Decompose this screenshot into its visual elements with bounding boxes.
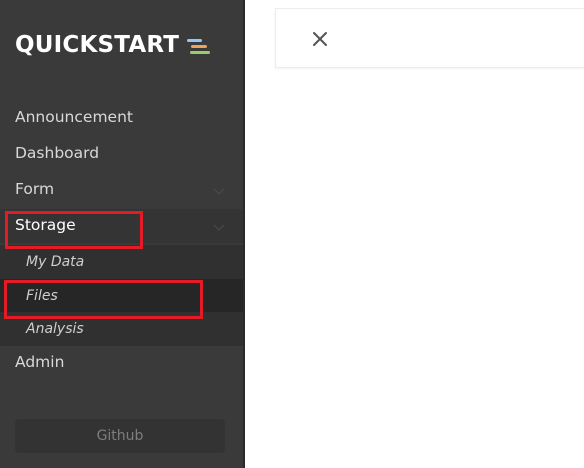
top-toolbar <box>275 8 584 68</box>
sidebar-item-label: Form <box>15 180 55 199</box>
close-icon <box>313 32 327 46</box>
sidebar-subitem-label: My Data <box>26 254 85 270</box>
highlight-files <box>4 280 203 319</box>
github-button[interactable]: Github <box>15 419 225 453</box>
sidebar-item-label: Dashboard <box>15 144 100 163</box>
main-panel <box>245 0 584 468</box>
app-window: QUICKSTART Announcement Dashboard Form S… <box>0 0 584 468</box>
chevron-down-icon <box>213 183 225 195</box>
sidebar-item-label: Admin <box>15 353 65 372</box>
sidebar-subitem-label: Analysis <box>26 321 84 337</box>
brand[interactable]: QUICKSTART <box>15 29 212 61</box>
sidebar-item-label: Announcement <box>15 108 133 127</box>
close-button[interactable] <box>310 29 330 49</box>
chevron-down-icon <box>213 219 225 231</box>
sidebar-subitem-my-data[interactable]: My Data <box>0 245 243 279</box>
sidebar-item-form[interactable]: Form <box>0 173 243 207</box>
sidebar-item-admin[interactable]: Admin <box>0 346 243 380</box>
stacked-lines-icon <box>186 36 212 56</box>
highlight-storage <box>5 211 143 249</box>
sidebar-item-dashboard[interactable]: Dashboard <box>0 137 243 171</box>
brand-title: QUICKSTART <box>15 31 180 58</box>
sidebar-item-announcement[interactable]: Announcement <box>0 101 243 135</box>
